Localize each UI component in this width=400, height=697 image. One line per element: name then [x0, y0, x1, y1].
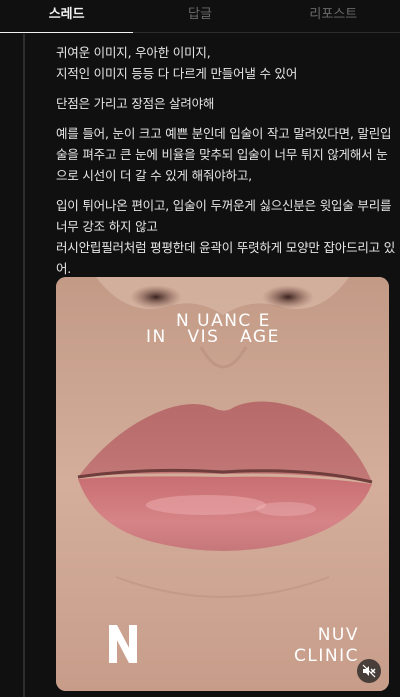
profile-tabs: 스레드 답글 리포스트 [0, 0, 400, 33]
thread-connector-line [23, 34, 25, 697]
post-video[interactable]: N UANC E IN VIS AGE NUV CLINIC [56, 277, 389, 691]
post-paragraph: 입이 튀어나온 편이고, 입술이 두꺼운게 싫으신분은 윗입술 부리를 너무 강… [56, 198, 396, 276]
post-paragraph: 예를 들어, 눈이 크고 예쁜 분인데 입술이 작고 말려있다면, 말린입술을 … [56, 126, 392, 183]
tab-replies[interactable]: 답글 [133, 0, 266, 32]
post-paragraph: 단점은 가리고 장점은 살려야해 [56, 96, 215, 111]
tab-reposts[interactable]: 리포스트 [267, 0, 400, 32]
post-paragraph: 귀여운 이미지, 우아한 이미지, 지적인 이미지 등등 다 다르게 만들어낼 … [56, 45, 298, 81]
lip-closeup-image [56, 277, 389, 691]
post-body: 귀여운 이미지, 우아한 이미지, 지적인 이미지 등등 다 다르게 만들어낼 … [56, 42, 396, 288]
speaker-muted-icon [362, 664, 376, 678]
mute-toggle-button[interactable] [357, 659, 381, 683]
tab-threads[interactable]: 스레드 [0, 0, 134, 33]
